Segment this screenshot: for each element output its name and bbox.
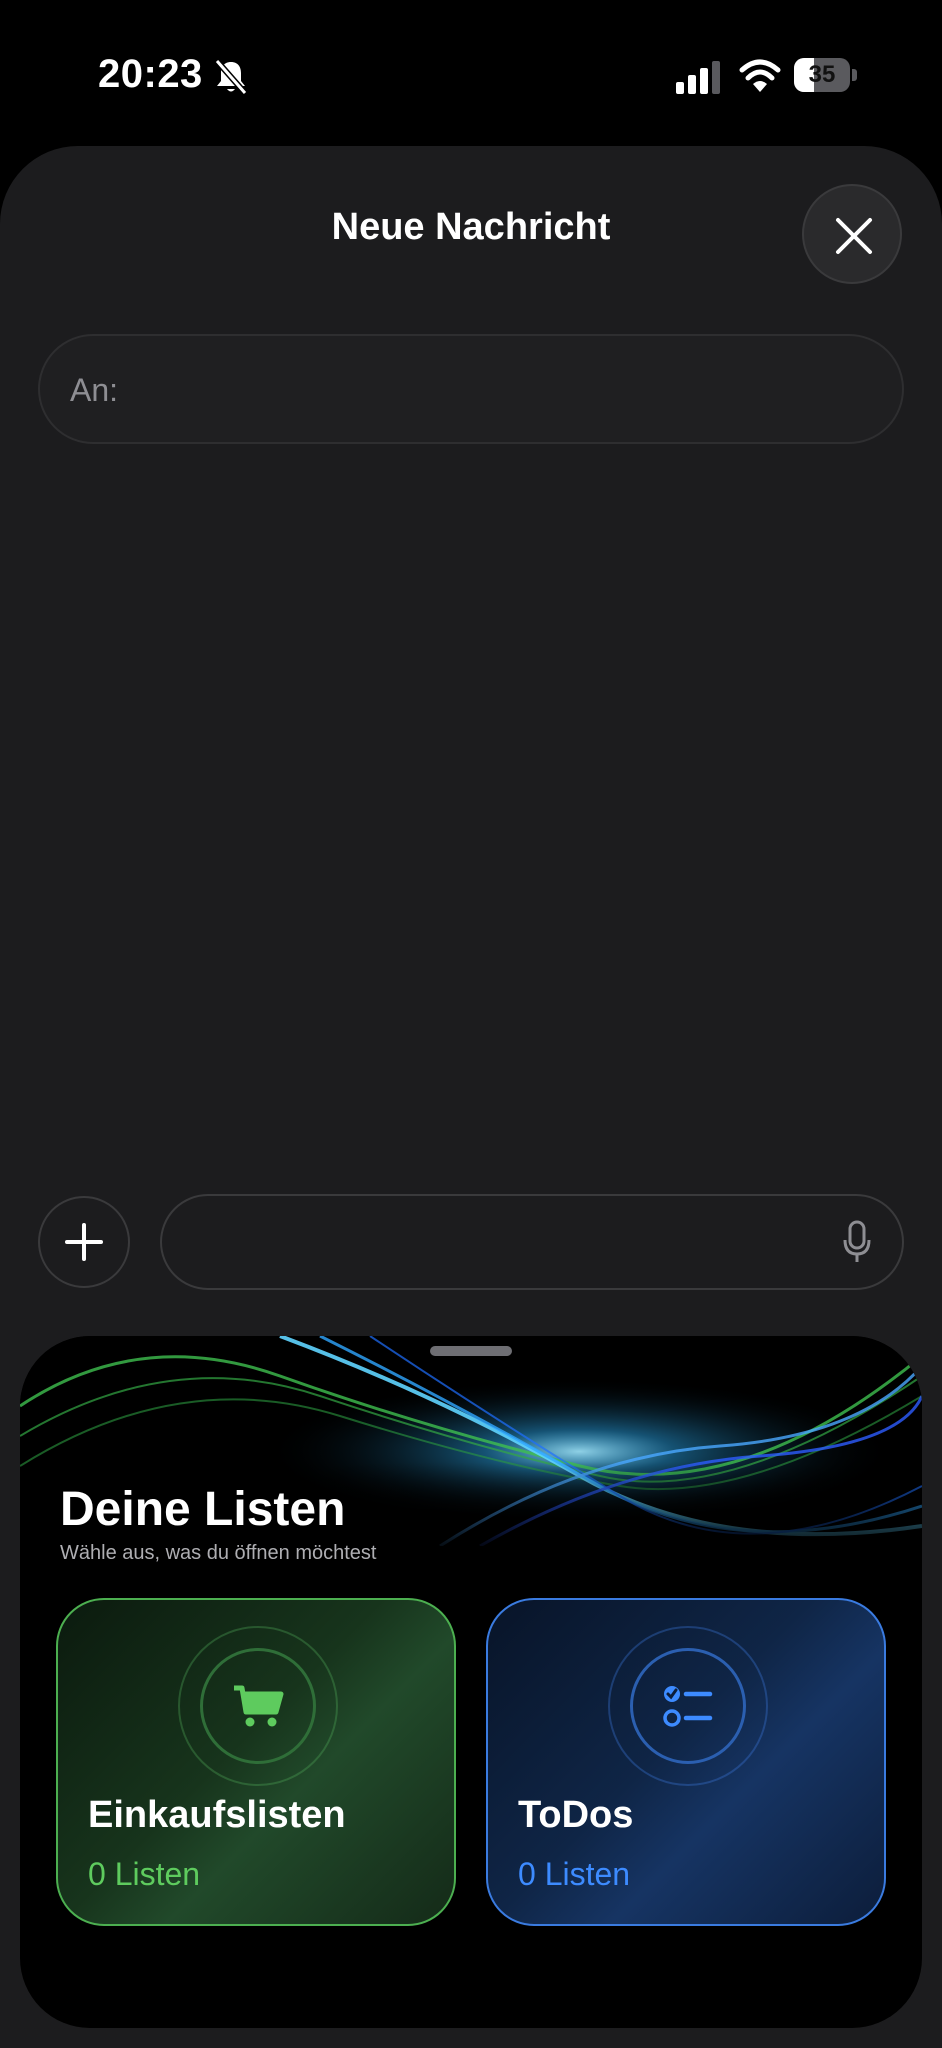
close-button[interactable] <box>802 184 902 284</box>
card-count: 0 Listen <box>88 1856 201 1892</box>
cart-icon <box>234 1685 284 1727</box>
message-input[interactable] <box>160 1194 904 1290</box>
plus-icon <box>65 1223 103 1261</box>
page-title: Neue Nachricht <box>331 206 611 248</box>
card-title: Einkaufslisten <box>88 1794 346 1836</box>
wifi-icon <box>739 59 781 92</box>
shopping-lists-card[interactable]: Einkaufslisten 0 Listen <box>56 1598 456 1926</box>
panel-title: Deine Listen <box>60 1483 346 1536</box>
compose-sheet: Neue Nachricht An: Deine Listen Wähle au… <box>0 146 942 2048</box>
status-time: 20:23 <box>98 52 203 96</box>
sheet-grabber[interactable] <box>430 1346 512 1356</box>
panel-subtitle: Wähle aus, was du öffnen möchtest <box>60 1542 377 1564</box>
add-attachment-button[interactable] <box>38 1196 130 1288</box>
xmark-icon <box>836 218 872 254</box>
lists-app-panel: Deine Listen Wähle aus, was du öffnen mö… <box>20 1336 922 2028</box>
card-count: 0 Listen <box>518 1856 631 1892</box>
bell-slash-icon <box>214 59 248 95</box>
card-title: ToDos <box>518 1794 634 1836</box>
signal-icon <box>676 61 720 94</box>
todos-card[interactable]: ToDos 0 Listen <box>486 1598 886 1926</box>
status-bar: 20:23 35 <box>0 0 942 150</box>
battery-percent: 35 <box>808 61 836 88</box>
recipient-field[interactable]: An: <box>38 334 904 444</box>
recipient-label: An: <box>70 372 119 408</box>
checklist-icon <box>663 1686 713 1727</box>
mic-icon[interactable] <box>842 1220 872 1264</box>
battery-icon: 35 <box>794 58 858 92</box>
